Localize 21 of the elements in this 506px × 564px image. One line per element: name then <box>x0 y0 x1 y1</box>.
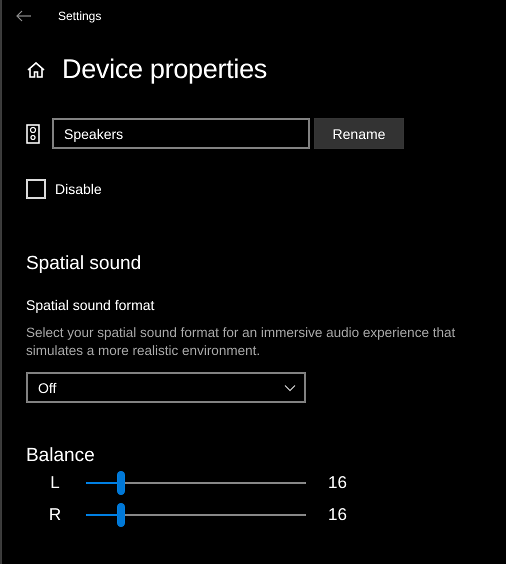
window-title: Settings <box>58 9 102 23</box>
back-arrow-icon[interactable] <box>16 10 32 22</box>
section-heading: Spatial sound <box>26 253 142 275</box>
channel-label: R <box>48 505 62 525</box>
section-heading: Balance <box>26 445 96 467</box>
speaker-icon <box>26 124 40 144</box>
chevron-down-icon <box>284 384 296 392</box>
device-name-field[interactable]: Speakers <box>52 118 310 149</box>
balance-value: 16 <box>328 473 347 493</box>
slider-thumb[interactable] <box>117 471 126 495</box>
disable-checkbox[interactable] <box>26 179 46 199</box>
channel-label: L <box>49 473 61 493</box>
slider-thumb[interactable] <box>117 503 126 527</box>
format-dropdown[interactable]: Off <box>26 372 306 403</box>
home-icon[interactable] <box>26 60 46 80</box>
page-title: Device properties <box>62 54 267 85</box>
checkbox-label: Disable <box>55 181 102 197</box>
field-label: Spatial sound format <box>26 297 156 313</box>
rename-button[interactable]: Rename <box>314 118 404 149</box>
description-text: Select your spatial sound format for an immersive audio experience that simulates a more realistic environment. <box>26 324 456 360</box>
balance-value: 16 <box>328 505 347 525</box>
